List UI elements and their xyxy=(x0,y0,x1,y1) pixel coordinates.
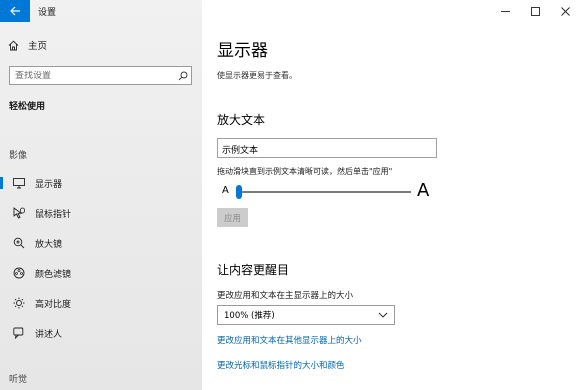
home-icon xyxy=(8,40,19,50)
search-input[interactable] xyxy=(10,70,175,81)
app-title: 设置 xyxy=(38,8,57,18)
sidebar-item-label: 颜色滤镜 xyxy=(35,269,72,280)
sidebar-item-label: 鼠标指针 xyxy=(35,209,72,220)
mouse-pointer-icon xyxy=(8,207,30,219)
sidebar-item-home[interactable]: 主页 xyxy=(8,38,47,52)
magnifier-icon xyxy=(8,237,30,249)
search-box[interactable] xyxy=(9,66,192,85)
home-label: 主页 xyxy=(28,41,48,52)
make-brighter-heading: 让内容更醒目 xyxy=(217,263,290,277)
slider-thumb[interactable] xyxy=(236,185,242,199)
page-description: 使显示器更易于查看。 xyxy=(217,71,297,80)
enlarge-text-heading: 放大文本 xyxy=(217,113,266,127)
sidebar: 设置 主页 轻松使用 影像 显示器 xyxy=(0,0,202,390)
sample-text-box: 示例文本 xyxy=(217,138,437,158)
scale-dropdown[interactable]: 100% (推荐) xyxy=(217,305,395,325)
close-button[interactable] xyxy=(550,0,580,22)
slider-hint: 拖动滑块直到示例文本清晰可读，然后单击"应用" xyxy=(217,167,393,176)
scale-label: 更改应用和文本在主显示器上的大小 xyxy=(217,291,354,301)
sidebar-item-color-filter[interactable]: 颜色滤镜 xyxy=(0,261,202,285)
sidebar-item-label: 放大镜 xyxy=(35,239,63,250)
apply-button[interactable]: 应用 xyxy=(217,208,248,227)
window-controls xyxy=(490,0,580,22)
sidebar-item-narrator[interactable]: 讲述人 xyxy=(0,321,202,345)
minimize-icon xyxy=(500,10,510,12)
group-header-hearing: 听觉 xyxy=(9,375,28,385)
section-title: 轻松使用 xyxy=(9,102,46,112)
scale-value: 100% (推荐) xyxy=(224,311,275,321)
maximize-button[interactable] xyxy=(520,0,550,22)
group-header-vision: 影像 xyxy=(9,151,28,161)
link-other-displays[interactable]: 更改应用和文本在其他显示器上的大小 xyxy=(217,334,362,346)
text-size-slider[interactable]: A A xyxy=(217,180,433,202)
slider-max-label: A xyxy=(417,180,430,201)
chevron-down-icon xyxy=(378,312,388,318)
sidebar-item-label: 讲述人 xyxy=(35,329,63,340)
sidebar-item-label: 高对比度 xyxy=(35,299,72,310)
back-arrow-icon xyxy=(9,6,20,16)
minimize-button[interactable] xyxy=(490,0,520,22)
sidebar-item-magnifier[interactable]: 放大镜 xyxy=(0,231,202,255)
slider-min-label: A xyxy=(222,185,229,196)
back-button[interactable] xyxy=(0,0,30,22)
link-pointer-size[interactable]: 更改光标和鼠标指针的大小和颜色 xyxy=(217,359,345,371)
high-contrast-icon xyxy=(8,297,30,309)
narrator-icon xyxy=(8,327,30,339)
color-filter-icon xyxy=(8,267,30,279)
monitor-icon xyxy=(8,177,30,189)
page-title: 显示器 xyxy=(217,41,268,61)
sidebar-item-mouse-pointer[interactable]: 鼠标指针 xyxy=(0,201,202,225)
search-icon[interactable] xyxy=(175,71,191,81)
maximize-icon xyxy=(530,6,540,16)
sidebar-item-high-contrast[interactable]: 高对比度 xyxy=(0,291,202,315)
sidebar-item-display[interactable]: 显示器 xyxy=(0,171,202,195)
close-icon xyxy=(560,6,570,16)
main-content: 显示器 使显示器更易于查看。 放大文本 示例文本 拖动滑块直到示例文本清晰可读，… xyxy=(202,0,580,390)
sidebar-item-label: 显示器 xyxy=(35,179,63,190)
title-bar: 设置 xyxy=(0,0,202,22)
slider-track[interactable] xyxy=(239,191,411,193)
